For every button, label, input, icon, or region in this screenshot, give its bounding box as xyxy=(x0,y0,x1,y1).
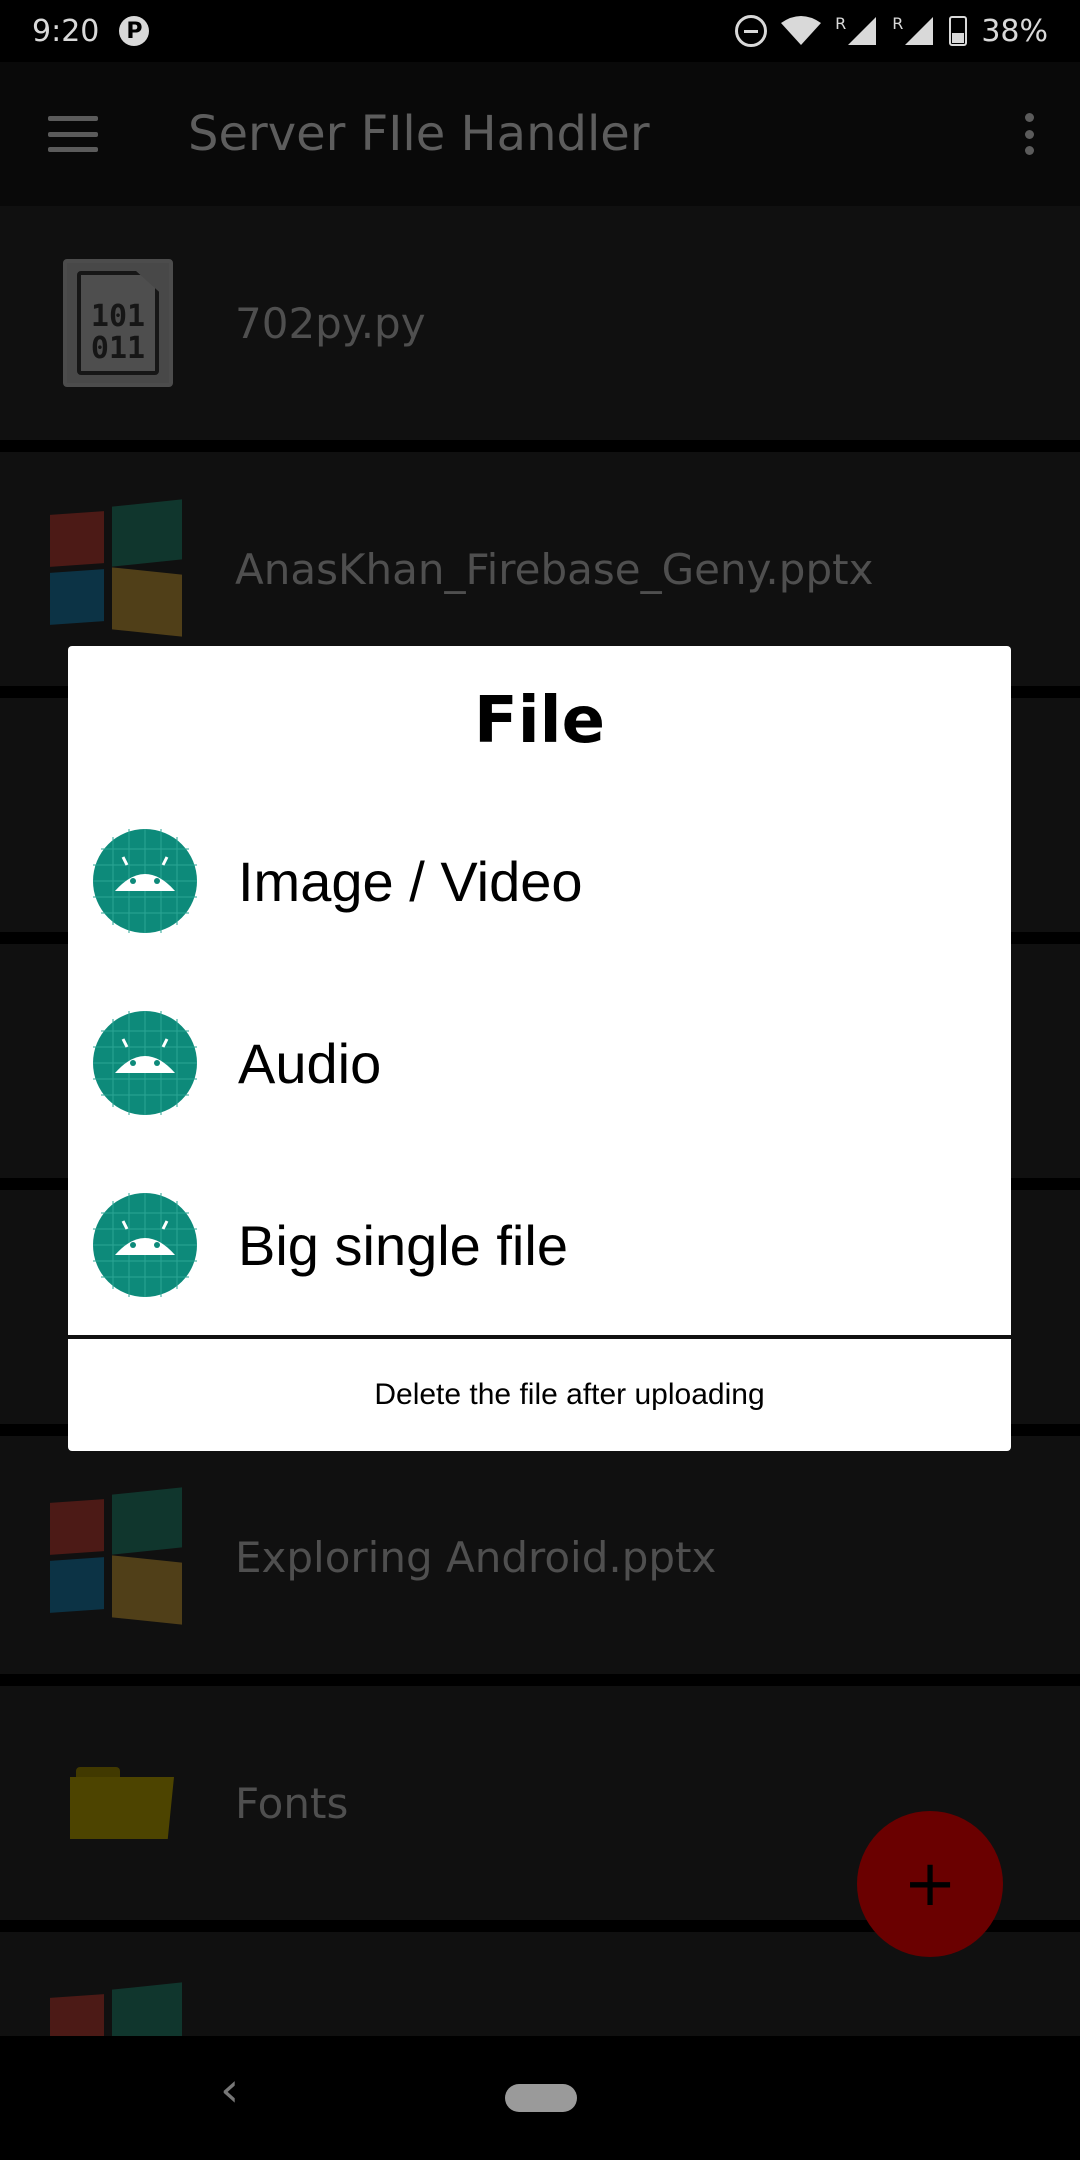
file-type-dialog: File Image / Video Audio Big single file… xyxy=(68,646,1011,1451)
option-label: Image / Video xyxy=(238,849,583,913)
add-fab-button[interactable]: + xyxy=(857,1811,1003,1957)
system-nav-bar: ‹ xyxy=(0,2036,1080,2160)
option-big-single-file[interactable]: Big single file xyxy=(68,1180,1011,1310)
back-icon[interactable]: ‹ xyxy=(220,2062,239,2118)
android-icon xyxy=(93,1011,197,1115)
delete-after-upload-option[interactable]: Delete the file after uploading xyxy=(68,1339,1011,1451)
option-audio[interactable]: Audio xyxy=(68,998,1011,1128)
option-label: Audio xyxy=(238,1031,382,1095)
option-image-video[interactable]: Image / Video xyxy=(68,816,1011,946)
dialog-title: File xyxy=(474,684,605,758)
option-label: Big single file xyxy=(238,1213,568,1277)
home-pill-icon[interactable] xyxy=(505,2084,577,2112)
android-icon xyxy=(93,829,197,933)
android-icon xyxy=(93,1193,197,1297)
